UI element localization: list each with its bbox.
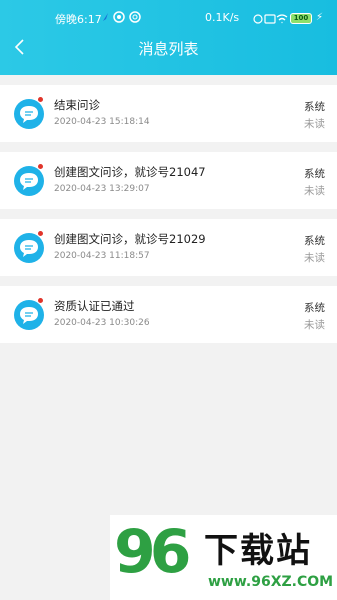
app-header: 傍晚6:17 0.1K/s 100 ⚡ 消息列表: [0, 0, 337, 75]
unread-dot: [37, 230, 44, 237]
watermark-url: www.96XZ.COM: [208, 574, 334, 590]
charging-icon: ⚡: [316, 12, 324, 23]
message-source: 系统: [304, 235, 325, 247]
list-item[interactable]: 创建图文问诊，就诊号21029 2020-04-23 11:18:57 系统 未…: [0, 219, 337, 276]
list-item[interactable]: 资质认证已通过 2020-04-23 10:30:26 系统 未读: [0, 286, 337, 343]
message-status: 未读: [304, 252, 325, 264]
chat-bubble-icon: [14, 233, 44, 263]
message-time: 2020-04-23 11:18:57: [54, 251, 150, 261]
status-time: 傍晚6:17: [55, 13, 102, 26]
message-title: 创建图文问诊，就诊号21029: [54, 232, 206, 246]
chat-bubble-icon: [14, 99, 44, 129]
unread-dot: [37, 297, 44, 304]
message-title: 资质认证已通过: [54, 299, 135, 313]
message-status: 未读: [304, 118, 325, 130]
notification-icons: [100, 10, 155, 24]
list-item[interactable]: 创建图文问诊，就诊号21047 2020-04-23 13:29:07 系统 未…: [0, 152, 337, 209]
list-item[interactable]: 结束问诊 2020-04-23 15:18:14 系统 未读: [0, 85, 337, 142]
message-list: 结束问诊 2020-04-23 15:18:14 系统 未读 创建图文问诊，就诊…: [0, 75, 337, 343]
page-title: 消息列表: [138, 40, 199, 58]
watermark-text: 下载站: [204, 531, 312, 571]
message-time: 2020-04-23 13:29:07: [54, 184, 150, 194]
network-speed: 0.1K/s: [205, 11, 240, 24]
message-source: 系统: [304, 302, 325, 314]
watermark-number: 96: [114, 517, 191, 587]
message-time: 2020-04-23 15:18:14: [54, 117, 150, 127]
system-icons: 100 ⚡: [253, 10, 328, 26]
battery-icon: 100: [290, 13, 312, 24]
message-source: 系统: [304, 168, 325, 180]
status-bar: 傍晚6:17 0.1K/s 100 ⚡: [0, 8, 337, 28]
message-status: 未读: [304, 185, 325, 197]
message-source: 系统: [304, 101, 325, 113]
chat-bubble-icon: [14, 300, 44, 330]
message-time: 2020-04-23 10:30:26: [54, 318, 150, 328]
watermark-logo: 96 下载站 www.96XZ.COM: [110, 515, 337, 600]
chat-bubble-icon: [14, 166, 44, 196]
message-title: 结束问诊: [54, 98, 100, 112]
unread-dot: [37, 163, 44, 170]
unread-dot: [37, 96, 44, 103]
message-status: 未读: [304, 319, 325, 331]
message-title: 创建图文问诊，就诊号21047: [54, 165, 206, 179]
